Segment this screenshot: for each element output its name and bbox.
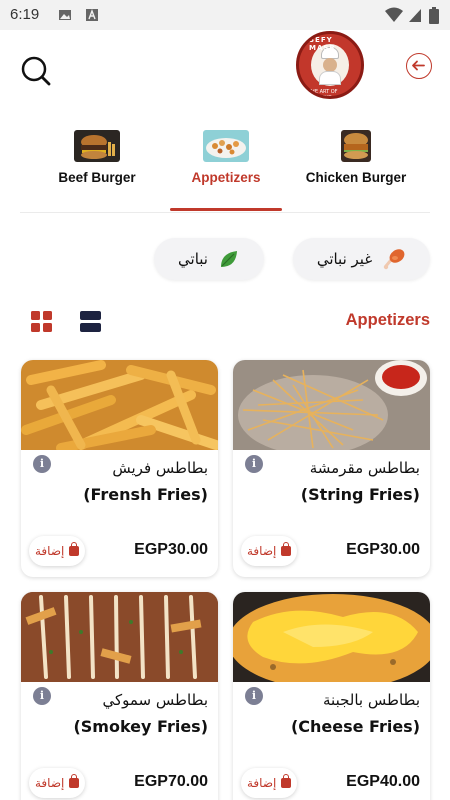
- info-icon[interactable]: i: [245, 455, 263, 473]
- product-image: [233, 360, 430, 450]
- product-image: [21, 360, 218, 450]
- font-icon: [86, 9, 98, 21]
- category-label: Appetizers: [191, 170, 261, 185]
- active-category-indicator: [170, 208, 282, 211]
- back-button[interactable]: [406, 53, 432, 79]
- product-price: EGP30.00: [346, 541, 420, 558]
- filter-non-vegetarian[interactable]: غير نباتي: [293, 238, 430, 280]
- filter-label: نباتي: [178, 250, 208, 268]
- add-label: إضافة: [247, 776, 277, 790]
- add-label: إضافة: [35, 544, 65, 558]
- beef-burger-image: [74, 130, 120, 162]
- product-price: EGP70.00: [134, 773, 208, 790]
- product-name-ar: بطاطس بالجبنة: [323, 691, 420, 709]
- add-to-cart-button[interactable]: إضافة: [241, 536, 298, 566]
- search-icon: [21, 56, 51, 86]
- bag-icon: [69, 542, 80, 556]
- battery-icon: [429, 7, 439, 24]
- list-view-button[interactable]: [80, 311, 101, 332]
- product-name-en: (Smokey Fries): [73, 717, 208, 736]
- category-label: Chicken Burger: [305, 170, 407, 185]
- product-image: [21, 592, 218, 682]
- filter-label: غير نباتي: [316, 250, 373, 268]
- category-divider: [20, 212, 430, 213]
- product-price: EGP30.00: [134, 541, 208, 558]
- status-bar: 6:19: [0, 0, 450, 30]
- product-name-ar: بطاطس فريش: [112, 459, 208, 477]
- back-arrow-icon: [412, 60, 425, 71]
- info-icon[interactable]: i: [33, 687, 51, 705]
- chef-face: [323, 58, 337, 72]
- info-icon[interactable]: i: [33, 455, 51, 473]
- product-card[interactable]: i بطاطس فريش (Frensh Fries) EGP30.00 إضا…: [21, 360, 218, 577]
- signal-icon: [409, 9, 421, 22]
- gallery-icon: [59, 10, 71, 20]
- filter-vegetarian[interactable]: نباتي: [154, 238, 264, 280]
- add-label: إضافة: [247, 544, 277, 558]
- leaf-icon: [220, 251, 237, 267]
- add-label: إضافة: [35, 776, 65, 790]
- bag-icon: [69, 774, 80, 788]
- category-beef-burger[interactable]: Beef Burger: [52, 130, 142, 185]
- bag-icon: [281, 774, 292, 788]
- product-name-ar: بطاطس سموكي: [102, 691, 208, 709]
- wifi-icon: [385, 7, 403, 22]
- chef-body: [319, 71, 341, 85]
- brand-logo: SEFY MASR THE ART OF COOKING: [296, 31, 364, 99]
- product-name-ar: بطاطس مقرمشة: [309, 459, 420, 477]
- product-image: [233, 592, 430, 682]
- add-to-cart-button[interactable]: إضافة: [29, 536, 86, 566]
- category-chicken-burger[interactable]: Chicken Burger: [305, 130, 407, 185]
- section-title: Appetizers: [345, 311, 430, 329]
- bag-icon: [281, 542, 292, 556]
- grid-view-button[interactable]: [31, 311, 53, 333]
- search-button[interactable]: [20, 55, 52, 87]
- product-price: EGP40.00: [346, 773, 420, 790]
- product-card[interactable]: i بطاطس مقرمشة (String Fries) EGP30.00 إ…: [233, 360, 430, 577]
- category-appetizers[interactable]: Appetizers: [181, 130, 271, 185]
- appetizers-image: [203, 130, 249, 162]
- product-name-en: (Frensh Fries): [83, 485, 208, 504]
- product-card[interactable]: i بطاطس سموكي (Smokey Fries) EGP70.00 إض…: [21, 592, 218, 800]
- chicken-burger-image: [341, 130, 371, 162]
- add-to-cart-button[interactable]: إضافة: [241, 768, 298, 798]
- product-name-en: (Cheese Fries): [290, 717, 420, 736]
- logo-text-bottom: THE ART OF COOKING: [308, 89, 338, 99]
- product-card[interactable]: i بطاطس بالجبنة (Cheese Fries) EGP40.00 …: [233, 592, 430, 800]
- product-name-en: (String Fries): [300, 485, 420, 504]
- drumstick-icon: [383, 249, 405, 270]
- info-icon[interactable]: i: [245, 687, 263, 705]
- add-to-cart-button[interactable]: إضافة: [29, 768, 86, 798]
- status-time: 6:19: [10, 6, 40, 23]
- logo-text-top: SEFY MASR: [309, 36, 336, 52]
- category-label: Beef Burger: [58, 170, 136, 185]
